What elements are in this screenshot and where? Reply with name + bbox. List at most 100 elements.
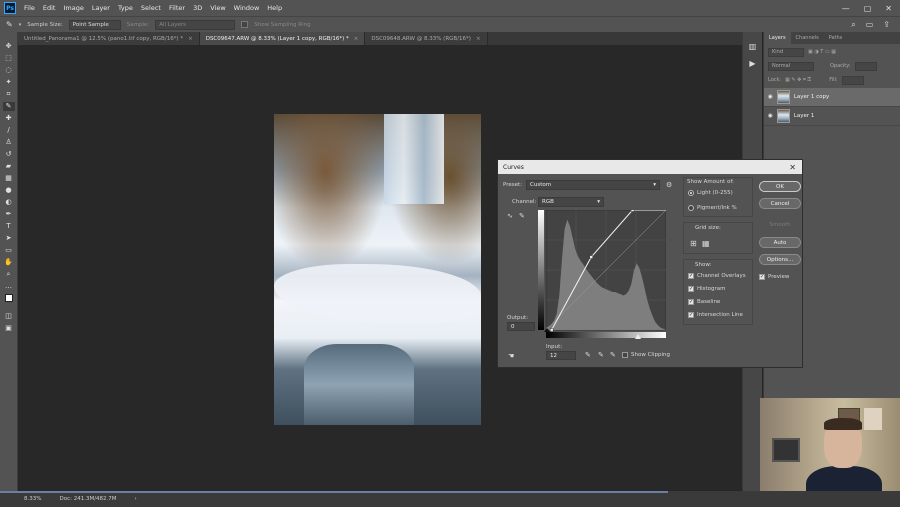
workspace-icon[interactable]: ▭: [866, 20, 874, 30]
menu-layer[interactable]: Layer: [88, 4, 114, 12]
zoom-level[interactable]: 8.33%: [24, 496, 41, 502]
smooth-button[interactable]: Smooth: [759, 219, 801, 230]
histogram-checkbox[interactable]: ✓: [688, 286, 694, 292]
intersection-line-checkbox[interactable]: ✓: [688, 312, 694, 318]
menu-edit[interactable]: Edit: [39, 4, 60, 12]
curve-control-point[interactable]: [549, 328, 554, 332]
detailed-grid-icon[interactable]: ▦: [702, 239, 710, 248]
input-field[interactable]: 12: [546, 351, 576, 360]
magic-wand-tool-icon[interactable]: ✦: [3, 78, 15, 87]
path-selection-tool-icon[interactable]: ➤: [3, 234, 15, 243]
brush-tool-icon[interactable]: /: [3, 126, 15, 135]
channel-overlays-checkbox[interactable]: ✓: [688, 273, 694, 279]
document-image[interactable]: [274, 114, 481, 425]
close-tab-icon[interactable]: ×: [476, 36, 481, 42]
tab-paths[interactable]: Paths: [824, 32, 848, 44]
marquee-tool-icon[interactable]: ⬚: [3, 54, 15, 63]
white-eyedropper-icon[interactable]: ✎: [610, 351, 616, 359]
channel-select[interactable]: RGB ▾: [538, 197, 604, 207]
clone-stamp-tool-icon[interactable]: ♙: [3, 138, 15, 147]
quick-mask-icon[interactable]: ◫: [3, 312, 15, 321]
chevron-down-icon[interactable]: ▾: [19, 22, 22, 28]
curve-control-point[interactable]: [589, 255, 593, 259]
layer-row[interactable]: ◉ Layer 1 copy: [764, 88, 900, 107]
menu-image[interactable]: Image: [59, 4, 87, 12]
zoom-tool-icon[interactable]: ⌕: [3, 270, 15, 279]
pigment-radio[interactable]: [688, 205, 694, 211]
hand-tool-icon[interactable]: ✋: [3, 258, 15, 267]
dialog-titlebar[interactable]: Curves ✕: [498, 160, 802, 174]
more-tools-icon[interactable]: …: [3, 282, 15, 291]
type-tool-icon[interactable]: T: [3, 222, 15, 231]
filter-icons[interactable]: ▣ ◑ T ▭ ▦: [808, 49, 836, 55]
tab-channels[interactable]: Channels: [791, 32, 824, 44]
pen-tool-icon[interactable]: ✒: [3, 210, 15, 219]
baseline-checkbox[interactable]: ✓: [688, 299, 694, 305]
search-icon[interactable]: ⌕: [851, 20, 855, 30]
opacity-field[interactable]: [854, 61, 877, 71]
menu-help[interactable]: Help: [263, 4, 286, 12]
blend-mode-select[interactable]: Normal: [768, 61, 814, 71]
history-panel-icon[interactable]: ▥: [749, 42, 757, 51]
gray-eyedropper-icon[interactable]: ✎: [598, 351, 604, 359]
black-eyedropper-icon[interactable]: ✎: [585, 351, 591, 359]
auto-button[interactable]: Auto: [759, 237, 801, 248]
light-radio[interactable]: [688, 190, 694, 196]
preset-gear-icon[interactable]: ⚙: [666, 181, 672, 189]
visibility-eye-icon[interactable]: ◉: [768, 94, 773, 100]
eyedropper-tool-icon[interactable]: ✎: [6, 20, 13, 29]
show-sampling-ring-checkbox[interactable]: [241, 21, 249, 28]
menu-3d[interactable]: 3D: [189, 4, 206, 12]
gradient-tool-icon[interactable]: ▦: [3, 174, 15, 183]
video-progress-bar[interactable]: [0, 491, 668, 493]
lock-icons[interactable]: ▦ ✎ ✥ ⌗ ⚿: [785, 77, 811, 83]
document-tab[interactable]: Untitled_Panorama1 @ 12.5% (pano1.tif co…: [18, 32, 200, 45]
menu-view[interactable]: View: [206, 4, 229, 12]
color-swatches-icon[interactable]: [3, 294, 15, 303]
blur-tool-icon[interactable]: ●: [3, 186, 15, 195]
simple-grid-icon[interactable]: ⊞: [690, 239, 697, 248]
document-tab[interactable]: DSC09648.ARW @ 8.33% (RGB/16*) ×: [365, 32, 488, 45]
close-tab-icon[interactable]: ×: [354, 36, 359, 42]
share-icon[interactable]: ⇪: [883, 20, 890, 30]
status-arrow-icon[interactable]: ›: [135, 496, 137, 502]
visibility-eye-icon[interactable]: ◉: [768, 113, 773, 119]
show-clipping-checkbox[interactable]: [622, 352, 628, 358]
menu-type[interactable]: Type: [114, 4, 137, 12]
healing-brush-tool-icon[interactable]: ✚: [3, 114, 15, 123]
ok-button[interactable]: OK: [759, 181, 801, 192]
sample-select[interactable]: All Layers: [155, 19, 236, 30]
rectangle-tool-icon[interactable]: ▭: [3, 246, 15, 255]
close-tab-icon[interactable]: ×: [188, 36, 193, 42]
move-tool-icon[interactable]: ✥: [3, 42, 15, 51]
curves-graph[interactable]: [538, 210, 666, 340]
sample-size-select[interactable]: Point Sample: [68, 19, 121, 30]
history-brush-tool-icon[interactable]: ↺: [3, 150, 15, 159]
document-tab-active[interactable]: DSC09647.ARW @ 8.33% (Layer 1 copy, RGB/…: [199, 32, 366, 45]
menu-select[interactable]: Select: [137, 4, 165, 12]
cancel-button[interactable]: Cancel: [759, 198, 801, 209]
target-adjustment-icon[interactable]: ☚: [508, 352, 514, 360]
screen-mode-icon[interactable]: ▣: [3, 324, 15, 333]
preset-select[interactable]: Custom ▾: [526, 180, 660, 190]
menu-filter[interactable]: Filter: [165, 4, 189, 12]
maximize-icon[interactable]: ▢: [864, 4, 872, 13]
fill-field[interactable]: [841, 75, 864, 85]
minimize-icon[interactable]: —: [842, 4, 850, 13]
dodge-tool-icon[interactable]: ◐: [3, 198, 15, 207]
crop-tool-icon[interactable]: ⌗: [3, 90, 15, 99]
close-window-icon[interactable]: ✕: [885, 4, 892, 13]
output-field[interactable]: 0: [507, 322, 535, 331]
curve-point-tool-icon[interactable]: ∿: [507, 212, 513, 220]
play-actions-icon[interactable]: ▶: [749, 59, 755, 68]
eraser-tool-icon[interactable]: ▰: [3, 162, 15, 171]
lasso-tool-icon[interactable]: ◌: [3, 66, 15, 75]
pencil-tool-icon[interactable]: ✎: [519, 212, 525, 220]
close-icon[interactable]: ✕: [789, 163, 796, 172]
menu-window[interactable]: Window: [230, 4, 264, 12]
options-button[interactable]: Options...: [759, 254, 801, 265]
curve-control-point[interactable]: [630, 210, 635, 212]
menu-file[interactable]: File: [20, 4, 39, 12]
layer-row[interactable]: ◉ Layer 1: [764, 107, 900, 126]
eyedropper-tool-icon[interactable]: ✎: [2, 102, 15, 111]
